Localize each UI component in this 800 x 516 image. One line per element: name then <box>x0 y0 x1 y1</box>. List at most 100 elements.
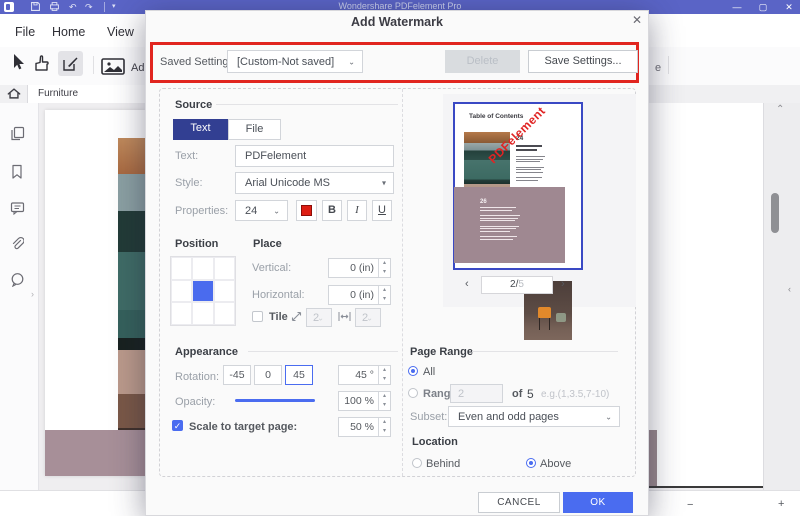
zoom-out-icon[interactable]: − <box>687 499 693 511</box>
menu-view[interactable]: View <box>107 25 134 39</box>
preview-page-indicator[interactable]: 2/5 <box>481 276 553 294</box>
chevron-down-icon: ⌄ <box>273 206 280 215</box>
tab-furniture[interactable]: Furniture <box>27 85 147 103</box>
tile-label: Tile <box>269 311 288 323</box>
edit-tool-button[interactable] <box>58 51 83 76</box>
page-range-header: Page Range <box>410 346 473 358</box>
rotation-45-button[interactable]: 45 <box>285 365 313 385</box>
position-grid[interactable] <box>170 256 236 326</box>
cancel-button[interactable]: CANCEL <box>478 492 560 513</box>
location-above-radio[interactable] <box>526 458 536 468</box>
dialog-title: Add Watermark <box>351 15 443 29</box>
page-range-input: 2 <box>450 384 503 403</box>
home-tab-icon[interactable] <box>7 87 21 100</box>
preview-color-block: 26 <box>454 187 572 340</box>
horizontal-spacing-icon <box>338 311 351 322</box>
rotation-neg45-button[interactable]: -45 <box>223 365 251 385</box>
font-color-button[interactable] <box>296 200 317 221</box>
page-range-of-label: of <box>512 388 523 400</box>
position-grid-selected-cell[interactable] <box>192 279 214 303</box>
spin-down-icon[interactable]: ▾ <box>379 268 390 277</box>
document-color-block <box>45 430 145 476</box>
tab-furniture-label: Furniture <box>38 88 79 99</box>
select-tool-icon[interactable] <box>10 53 27 72</box>
spin-up-icon[interactable]: ▴ <box>379 418 390 427</box>
rotation-0-button[interactable]: 0 <box>254 365 282 385</box>
chat-icon[interactable] <box>10 272 25 287</box>
comment-icon[interactable] <box>10 201 25 215</box>
page-range-hint: e.g.(1,3.5,7-10) <box>541 389 610 400</box>
preview-prev-icon[interactable]: ‹ <box>465 278 469 290</box>
toolbar-separator-right <box>668 56 669 74</box>
page-range-all-radio[interactable] <box>408 366 418 376</box>
underline-button[interactable]: U <box>372 200 392 221</box>
style-label: Style: <box>175 177 203 189</box>
page-range-range-radio[interactable] <box>408 388 418 398</box>
font-style-dropdown[interactable]: Arial Unicode MS ▾ <box>235 172 394 194</box>
opacity-slider[interactable] <box>235 399 315 402</box>
watermark-text-input[interactable]: PDFelement <box>235 145 394 167</box>
maximize-button[interactable]: ▢ <box>755 0 771 14</box>
chevron-down-icon: ⌄ <box>317 313 324 322</box>
appearance-divider <box>248 351 398 352</box>
spin-down-icon[interactable]: ▾ <box>379 427 390 436</box>
menu-home[interactable]: Home <box>52 25 85 39</box>
save-settings-button[interactable]: Save Settings... <box>528 50 638 73</box>
delete-button: Delete <box>445 50 520 73</box>
bold-button[interactable]: B <box>322 200 342 221</box>
chevron-down-icon: ▾ <box>381 178 386 188</box>
thumbnails-icon[interactable] <box>10 126 25 141</box>
chevron-down-icon: ⌄ <box>366 313 373 322</box>
subset-dropdown[interactable]: Even and odd pages ⌄ <box>448 406 620 427</box>
add-image-icon[interactable] <box>101 58 125 75</box>
vertical-offset-stepper[interactable]: 0 (in) ▴ ▾ <box>328 258 391 278</box>
properties-label: Properties: <box>175 205 229 217</box>
appearance-header: Appearance <box>175 346 238 358</box>
source-header: Source <box>175 99 213 111</box>
bookmark-icon[interactable] <box>10 164 24 180</box>
saved-settings-dropdown[interactable]: [Custom-Not saved] ⌄ <box>227 50 363 73</box>
page-range-divider <box>472 351 618 352</box>
ok-button[interactable]: OK <box>563 492 633 513</box>
scale-label: Scale to target page: <box>189 421 298 433</box>
minimize-button[interactable]: — <box>729 0 745 14</box>
opacity-stepper[interactable]: 100 % ▴ ▾ <box>338 391 391 411</box>
position-header: Position <box>175 238 219 250</box>
scrollbar-thumb[interactable] <box>771 193 779 233</box>
source-tab-text[interactable]: Text <box>173 119 228 140</box>
vertical-scrollbar[interactable] <box>763 103 800 516</box>
spin-down-icon[interactable]: ▾ <box>379 401 390 410</box>
zoom-in-icon[interactable]: + <box>778 498 784 510</box>
hand-tool-icon[interactable] <box>33 54 50 72</box>
horizontal-label: Horizontal: <box>252 289 305 301</box>
place-header: Place <box>253 238 282 250</box>
menu-file[interactable]: File <box>15 25 35 39</box>
font-size-dropdown[interactable]: 24 ⌄ <box>235 200 288 221</box>
spin-down-icon[interactable]: ▾ <box>379 375 390 384</box>
total-pages-value: 5 <box>527 387 534 401</box>
spin-up-icon[interactable]: ▴ <box>379 366 390 375</box>
scale-stepper[interactable]: 50 % ▴ ▾ <box>338 417 391 437</box>
spin-up-icon[interactable]: ▴ <box>379 392 390 401</box>
close-window-button[interactable]: ✕ <box>781 0 797 14</box>
tile-checkbox[interactable] <box>252 311 263 322</box>
panel-collapse-icon[interactable]: ‹ <box>788 284 791 294</box>
spin-down-icon[interactable]: ▾ <box>379 295 390 304</box>
location-behind-radio[interactable] <box>412 458 422 468</box>
spin-up-icon[interactable]: ▴ <box>379 259 390 268</box>
location-header: Location <box>412 436 458 448</box>
chevron-down-icon: ⌄ <box>605 412 612 421</box>
source-tab-file[interactable]: File <box>228 119 281 140</box>
sidebar-expand-icon[interactable]: › <box>31 289 34 299</box>
location-above-label: Above <box>540 458 572 470</box>
attachment-icon[interactable] <box>10 236 24 252</box>
scale-checkbox[interactable]: ✓ <box>172 420 183 431</box>
spin-up-icon[interactable]: ▴ <box>379 286 390 295</box>
ribbon-collapse-icon[interactable]: ⌃ <box>776 104 784 115</box>
text-label: Text: <box>175 150 199 162</box>
preview-next-icon[interactable]: › <box>561 278 565 290</box>
horizontal-offset-stepper[interactable]: 0 (in) ▴ ▾ <box>328 285 391 305</box>
rotation-stepper[interactable]: 45 ° ▴ ▾ <box>338 365 391 385</box>
italic-button[interactable]: I <box>347 200 367 221</box>
dialog-close-icon[interactable]: ✕ <box>630 13 644 27</box>
